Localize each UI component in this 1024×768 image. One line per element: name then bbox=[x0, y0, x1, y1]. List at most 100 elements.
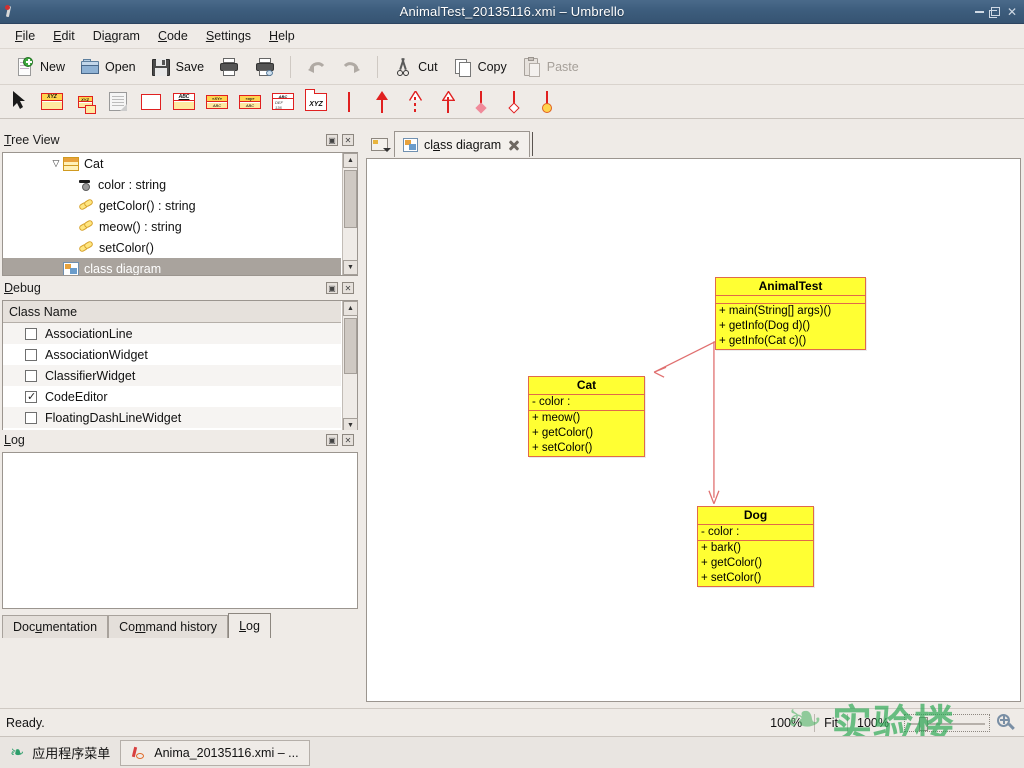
debug-row[interactable]: ClassifierWidget bbox=[3, 365, 341, 386]
save-button[interactable]: Save bbox=[144, 53, 211, 81]
undo-button[interactable] bbox=[299, 53, 333, 81]
copy-button[interactable]: Copy bbox=[446, 53, 513, 81]
taskbar-item-umbrello[interactable]: Anima_20135116.xmi – ... bbox=[120, 739, 310, 766]
tab-log[interactable]: Log bbox=[228, 613, 271, 638]
class-tool[interactable]: XYZ bbox=[39, 90, 65, 114]
debug-panel: Class Name AssociationLine AssociationWi… bbox=[2, 300, 358, 434]
debug-row[interactable]: AssociationWidget bbox=[3, 344, 341, 365]
menu-file[interactable]: File bbox=[6, 26, 44, 46]
menu-edit[interactable]: Edit bbox=[44, 26, 84, 46]
tree-item-label: color : string bbox=[98, 177, 167, 192]
debug-scrollbar[interactable]: ▲ ▼ bbox=[342, 301, 358, 433]
close-button[interactable]: ✕ bbox=[1007, 6, 1017, 18]
menu-settings[interactable]: Settings bbox=[197, 26, 260, 46]
association-tool[interactable] bbox=[336, 90, 362, 114]
debug-column-header[interactable]: Class Name bbox=[3, 301, 341, 323]
debug-checkbox[interactable] bbox=[25, 348, 37, 361]
start-menu-button[interactable]: ❧ 应用程序菜单 bbox=[0, 738, 120, 768]
menu-help[interactable]: Help bbox=[260, 26, 304, 46]
maximize-button[interactable] bbox=[988, 6, 1000, 18]
debug-checkbox[interactable] bbox=[25, 327, 37, 340]
package-tool[interactable]: XYZ bbox=[303, 88, 329, 114]
class-operations-section: + meow() + getColor() + setColor() bbox=[529, 411, 644, 456]
log-panel[interactable] bbox=[2, 452, 358, 609]
uml-class-animaltest[interactable]: AnimalTest + main(String[] args)() + get… bbox=[715, 277, 866, 350]
box-tool[interactable] bbox=[138, 90, 164, 114]
log-close-button[interactable]: ✕ bbox=[342, 434, 354, 446]
debug-checkbox[interactable] bbox=[25, 390, 37, 403]
uml-class-dog[interactable]: Dog - color : + bark() + getColor() + se… bbox=[697, 506, 814, 587]
tree-item-color-attr[interactable]: color : string bbox=[3, 174, 341, 195]
new-button[interactable]: New bbox=[8, 53, 71, 81]
enum-tool[interactable]: «xy» ABC bbox=[237, 90, 263, 114]
tree-item-setcolor-op[interactable]: setColor() bbox=[3, 237, 341, 258]
cut-button[interactable]: Cut bbox=[386, 53, 443, 81]
tab-command-history[interactable]: Co m mand history bbox=[108, 615, 229, 638]
tree-item-meow-op[interactable]: meow() : string bbox=[3, 216, 341, 237]
tab-documentation[interactable]: Doc u mentation bbox=[2, 615, 109, 638]
minimize-button[interactable] bbox=[974, 6, 984, 18]
uml-class-cat[interactable]: Cat - color : + meow() + getColor() + se… bbox=[528, 376, 645, 457]
zoom-reset-button[interactable]: 100% bbox=[847, 713, 898, 732]
debug-checkbox[interactable] bbox=[25, 411, 37, 424]
generalization-tool[interactable] bbox=[435, 90, 461, 114]
log-float-button[interactable]: ▣ bbox=[326, 434, 338, 446]
umbrello-icon bbox=[131, 746, 147, 760]
scroll-thumb[interactable] bbox=[344, 318, 357, 374]
open-button[interactable]: Open bbox=[73, 53, 142, 81]
debug-float-button[interactable]: ▣ bbox=[326, 282, 338, 294]
print-preview-button[interactable] bbox=[248, 53, 282, 81]
zoom-slider[interactable] bbox=[904, 713, 990, 732]
tree-view-close-button[interactable]: ✕ bbox=[342, 134, 354, 146]
redo-button[interactable] bbox=[335, 53, 369, 81]
containment-tool[interactable] bbox=[468, 90, 494, 114]
nested-class-tool[interactable]: XYZ bbox=[72, 90, 98, 114]
composition-tool[interactable] bbox=[534, 90, 560, 114]
note-tool[interactable] bbox=[105, 90, 131, 114]
tree-view-scrollbar[interactable]: ▲ ▼ bbox=[342, 153, 358, 275]
scroll-thumb[interactable] bbox=[344, 170, 357, 228]
datatype-tool[interactable]: «XY» ABC bbox=[204, 90, 230, 114]
directed-association-tool[interactable] bbox=[369, 90, 395, 114]
open-button-label: Open bbox=[105, 59, 136, 74]
fit-button[interactable]: Fit bbox=[814, 713, 847, 732]
diagram-canvas[interactable]: AnimalTest + main(String[] args)() + get… bbox=[366, 158, 1021, 702]
debug-close-button[interactable]: ✕ bbox=[342, 282, 354, 294]
dashed-arrow-icon bbox=[408, 90, 422, 113]
debug-row[interactable]: AssociationLine bbox=[3, 323, 341, 344]
tree-item-label: Cat bbox=[84, 156, 104, 171]
debug-row[interactable]: CodeEditor bbox=[3, 386, 341, 407]
print-button[interactable] bbox=[212, 53, 246, 81]
class-operation: + getColor() bbox=[701, 557, 763, 569]
class-operation: + getInfo(Cat c)() bbox=[719, 335, 807, 347]
interface-tool[interactable]: ABC bbox=[171, 90, 197, 114]
debug-checkbox[interactable] bbox=[25, 369, 37, 382]
select-pointer-tool[interactable] bbox=[6, 90, 32, 114]
window-title: AnimalTest_20135116.xmi – Umbrello bbox=[399, 4, 625, 19]
tree-item-getcolor-op[interactable]: getColor() : string bbox=[3, 195, 341, 216]
tree-twisty-cat[interactable]: ▽ bbox=[49, 158, 63, 169]
scroll-up-arrow[interactable]: ▲ bbox=[343, 153, 358, 168]
debug-row[interactable]: FloatingDashLineWidget bbox=[3, 407, 341, 428]
entity-tool[interactable]: ABC DEF 136 bbox=[270, 90, 296, 114]
scroll-up-arrow[interactable]: ▲ bbox=[343, 301, 358, 316]
tab-class-diagram[interactable]: class diagram bbox=[394, 131, 531, 157]
class-attribute: - color : bbox=[701, 526, 740, 538]
zoom-in-icon[interactable] bbox=[996, 713, 1016, 733]
menu-code[interactable]: Code bbox=[149, 26, 197, 46]
toolbar-separator bbox=[290, 55, 292, 78]
save-floppy-icon bbox=[150, 56, 172, 78]
close-icon[interactable] bbox=[507, 138, 521, 152]
aggregation-tool[interactable] bbox=[501, 90, 527, 114]
tab-list-dropdown-icon[interactable] bbox=[364, 133, 394, 155]
class-name: Cat bbox=[529, 377, 644, 395]
tree-view-float-button[interactable]: ▣ bbox=[326, 134, 338, 146]
menu-diagram[interactable]: Diagram bbox=[84, 26, 149, 46]
tree-item-class-diagram[interactable]: class diagram bbox=[3, 258, 341, 275]
paste-button[interactable]: Paste bbox=[515, 53, 585, 81]
dependency-tool[interactable] bbox=[402, 90, 428, 114]
abc-def-icon: ABC DEF 136 bbox=[272, 93, 294, 110]
tree-item-cat[interactable]: ▽ Cat bbox=[3, 153, 341, 174]
association-lines bbox=[653, 340, 720, 504]
scroll-down-arrow[interactable]: ▼ bbox=[343, 260, 358, 275]
